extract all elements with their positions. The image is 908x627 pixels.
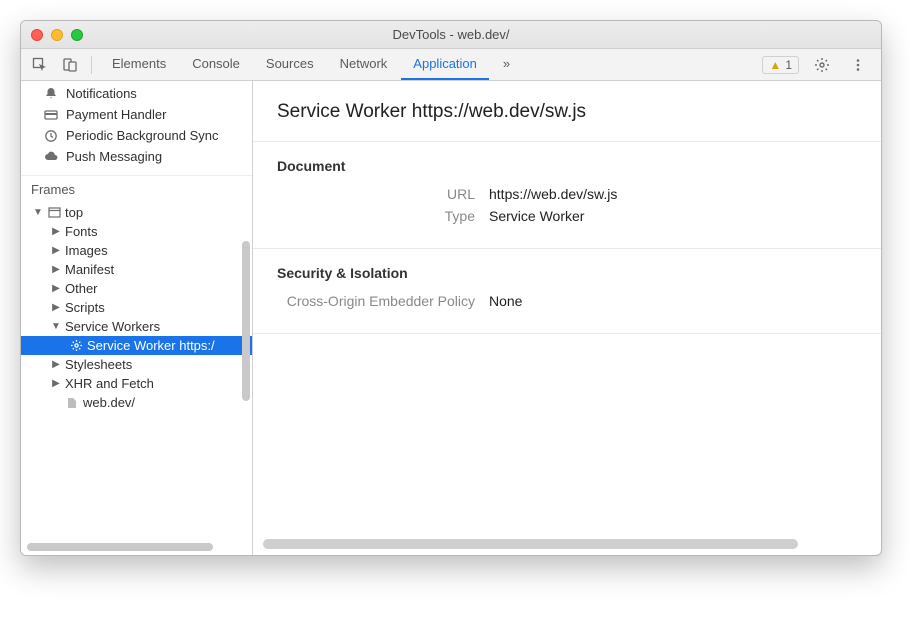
chevron-right-icon: ▶ — [51, 283, 61, 294]
tree-label: Other — [65, 281, 98, 296]
tree-label: Fonts — [65, 224, 98, 239]
page-title: Service Worker https://web.dev/sw.js — [253, 81, 881, 142]
chevron-right-icon: ▶ — [51, 264, 61, 275]
frames-section-header: Frames — [21, 175, 252, 203]
tree-label: Service Worker https:/ — [87, 338, 215, 353]
devtools-window: DevTools - web.dev/ Elements Console Sou… — [20, 20, 882, 556]
clock-icon — [43, 128, 58, 143]
sidebar-item-notifications[interactable]: Notifications — [21, 83, 252, 104]
divider — [91, 56, 92, 74]
value-coep: None — [489, 293, 522, 309]
close-icon[interactable] — [31, 29, 43, 41]
label-type: Type — [277, 208, 489, 224]
tree-label: XHR and Fetch — [65, 376, 154, 391]
tree-item-images[interactable]: ▶ Images — [21, 241, 252, 260]
section-heading: Security & Isolation — [277, 265, 857, 281]
minimize-icon[interactable] — [51, 29, 63, 41]
tab-application[interactable]: Application — [401, 49, 489, 80]
tree-item-other[interactable]: ▶ Other — [21, 279, 252, 298]
chevron-right-icon: ▶ — [51, 245, 61, 256]
tree-label: Images — [65, 243, 108, 258]
tree-label: Stylesheets — [65, 357, 132, 372]
bell-icon — [43, 86, 58, 101]
tab-sources[interactable]: Sources — [254, 49, 326, 80]
tree-item-top[interactable]: ▼ top — [21, 203, 252, 222]
device-toggle-icon[interactable] — [57, 52, 83, 78]
chevron-right-icon: ▶ — [51, 226, 61, 237]
window-title: DevTools - web.dev/ — [21, 27, 881, 42]
tab-elements[interactable]: Elements — [100, 49, 178, 80]
chevron-right-icon: ▶ — [51, 302, 61, 313]
sidebar-item-label: Payment Handler — [66, 107, 166, 122]
tree-label: web.dev/ — [83, 395, 135, 410]
tree-label: Scripts — [65, 300, 105, 315]
sidebar-vertical-scrollbar[interactable] — [242, 173, 250, 537]
cloud-icon — [43, 149, 58, 164]
kebab-menu-icon[interactable] — [845, 52, 871, 78]
warnings-badge[interactable]: ▲ 1 — [762, 56, 799, 74]
zoom-icon[interactable] — [71, 29, 83, 41]
tree-label: Manifest — [65, 262, 114, 277]
toolbar-right: ▲ 1 — [762, 52, 875, 78]
gear-icon — [69, 339, 83, 353]
tree-item-webdev[interactable]: web.dev/ — [21, 393, 252, 412]
tree-item-service-worker-selected[interactable]: Service Worker https:/ — [21, 336, 252, 355]
warning-icon: ▲ — [769, 58, 781, 72]
row-coep: Cross-Origin Embedder Policy None — [277, 293, 857, 309]
chevron-right-icon: ▶ — [51, 359, 61, 370]
tree-item-manifest[interactable]: ▶ Manifest — [21, 260, 252, 279]
section-heading: Document — [277, 158, 857, 174]
tab-console[interactable]: Console — [180, 49, 252, 80]
titlebar: DevTools - web.dev/ — [21, 21, 881, 49]
sidebar-item-periodic-sync[interactable]: Periodic Background Sync — [21, 125, 252, 146]
tree-item-stylesheets[interactable]: ▶ Stylesheets — [21, 355, 252, 374]
label-url: URL — [277, 186, 489, 202]
chevron-down-icon: ▼ — [51, 321, 61, 332]
chevron-down-icon: ▼ — [33, 207, 43, 218]
inspect-icon[interactable] — [27, 52, 53, 78]
window-controls — [31, 29, 83, 41]
security-section: Security & Isolation Cross-Origin Embedd… — [253, 249, 881, 334]
value-type: Service Worker — [489, 208, 584, 224]
panel-body: Notifications Payment Handler Periodic B… — [21, 81, 881, 555]
application-sidebar: Notifications Payment Handler Periodic B… — [21, 81, 253, 555]
sidebar-item-payment-handler[interactable]: Payment Handler — [21, 104, 252, 125]
sidebar-item-label: Notifications — [66, 86, 137, 101]
sidebar-item-label: Periodic Background Sync — [66, 128, 218, 143]
panel-tabs: Elements Console Sources Network Applica… — [100, 49, 758, 80]
tree-item-fonts[interactable]: ▶ Fonts — [21, 222, 252, 241]
frame-icon — [47, 206, 61, 220]
warning-count: 1 — [785, 58, 792, 72]
sidebar-item-push-messaging[interactable]: Push Messaging — [21, 146, 252, 167]
tree-label: Service Workers — [65, 319, 160, 334]
value-url: https://web.dev/sw.js — [489, 186, 617, 202]
main-horizontal-scrollbar[interactable] — [263, 539, 871, 549]
document-section: Document URL https://web.dev/sw.js Type … — [253, 142, 881, 249]
chevron-right-icon: ▶ — [51, 378, 61, 389]
label-coep: Cross-Origin Embedder Policy — [277, 293, 489, 309]
row-type: Type Service Worker — [277, 208, 857, 224]
main-panel: Service Worker https://web.dev/sw.js Doc… — [253, 81, 881, 555]
sidebar-item-label: Push Messaging — [66, 149, 162, 164]
tree-item-scripts[interactable]: ▶ Scripts — [21, 298, 252, 317]
card-icon — [43, 107, 58, 122]
tree-label: top — [65, 205, 83, 220]
tab-network[interactable]: Network — [328, 49, 400, 80]
devtools-toolbar: Elements Console Sources Network Applica… — [21, 49, 881, 81]
more-tabs-icon[interactable]: » — [491, 49, 522, 80]
tree-item-service-workers[interactable]: ▼ Service Workers — [21, 317, 252, 336]
settings-icon[interactable] — [809, 52, 835, 78]
sidebar-horizontal-scrollbar[interactable] — [27, 543, 246, 551]
frames-tree: ▼ top ▶ Fonts ▶ Images ▶ Manifest ▶ Other ▶ S… — [21, 203, 252, 418]
background-services-list: Notifications Payment Handler Periodic B… — [21, 81, 252, 175]
document-icon — [65, 396, 79, 410]
tree-item-xhr-fetch[interactable]: ▶ XHR and Fetch — [21, 374, 252, 393]
row-url: URL https://web.dev/sw.js — [277, 186, 857, 202]
